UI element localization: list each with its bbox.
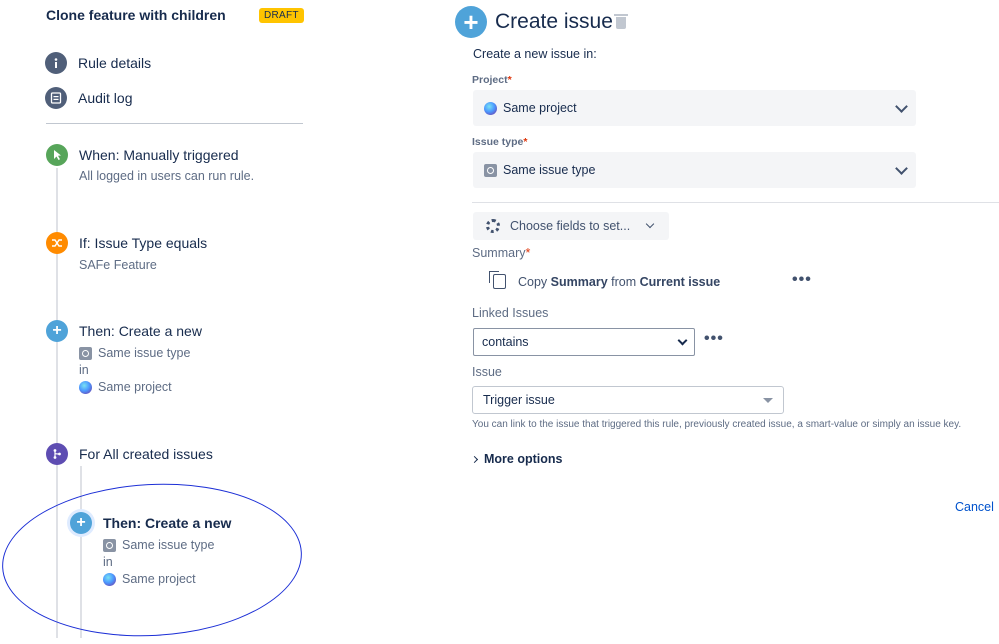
required-mark: * <box>523 136 528 148</box>
project-icon <box>79 380 92 394</box>
issue-select[interactable]: Trigger issue <box>472 386 784 414</box>
chevron-right-icon <box>470 455 479 463</box>
panel-title: Create issue <box>495 10 613 33</box>
branch-icon <box>46 443 68 465</box>
trigger-step[interactable]: When: Manually triggered All logged in u… <box>46 144 254 183</box>
step-title: Then: Create a new <box>79 323 202 339</box>
linked-issues-label: Linked Issues <box>472 306 549 320</box>
step-title: If: Issue Type equals <box>79 235 208 251</box>
info-icon <box>45 52 67 74</box>
issue-type-label: Same issue type <box>98 346 191 360</box>
chevron-down-icon <box>895 161 908 175</box>
status-badge: DRAFT <box>259 8 304 23</box>
caret-down-icon <box>763 397 773 403</box>
rule-title: Clone feature with children <box>46 7 226 23</box>
shuffle-icon <box>46 232 68 254</box>
nav-label: Rule details <box>78 55 152 71</box>
copy-text: Copy <box>518 274 548 289</box>
linked-issues-select[interactable]: contains <box>473 328 695 356</box>
pointer-icon <box>46 144 68 166</box>
choose-fields-label: Choose fields to set... <box>510 219 631 233</box>
plus-icon: + <box>46 320 68 342</box>
issue-type-icon <box>484 163 497 177</box>
intro-text: Create a new issue in: <box>473 47 597 61</box>
linked-issues-value: contains <box>482 335 529 349</box>
linked-issues-more-button[interactable]: ••• <box>704 330 724 348</box>
issue-type-select-value: Same issue type <box>503 163 596 177</box>
chevron-down-icon <box>677 335 688 345</box>
divider <box>46 123 303 124</box>
chevron-down-icon <box>895 99 908 113</box>
issue-type-icon <box>79 346 92 360</box>
issue-field-label: Issue <box>472 365 502 379</box>
project-field-label: Project* <box>472 74 512 86</box>
copy-field: Summary <box>550 274 608 289</box>
chevron-down-icon <box>645 219 655 229</box>
project-icon <box>484 101 497 115</box>
issue-type-select[interactable]: Same issue type <box>473 152 916 188</box>
annotation-circle <box>0 476 306 644</box>
divider <box>472 202 999 203</box>
project-select[interactable]: Same project <box>473 90 916 126</box>
from-text: from <box>611 274 637 289</box>
nav-audit-log[interactable]: Audit log <box>45 87 132 109</box>
in-label: in <box>79 363 89 377</box>
required-mark: * <box>507 74 512 86</box>
action-step-create[interactable]: + Then: Create a new Same issue type in … <box>46 320 202 394</box>
issue-type-field-label: Issue type* <box>472 136 527 148</box>
branch-step[interactable]: For All created issues <box>46 443 213 465</box>
project-select-value: Same project <box>503 101 577 115</box>
more-options-label: More options <box>484 452 563 466</box>
summary-field-label: Summary* <box>472 246 530 260</box>
step-title: When: Manually triggered <box>79 147 239 163</box>
trash-icon[interactable] <box>614 14 628 29</box>
step-subtitle: SAFe Feature <box>79 258 157 272</box>
issue-type-label-text: Issue type <box>472 136 524 148</box>
condition-step[interactable]: If: Issue Type equals SAFe Feature <box>46 232 207 272</box>
choose-fields-button[interactable]: Choose fields to set... <box>473 212 669 240</box>
gear-icon <box>486 219 500 233</box>
issue-select-value: Trigger issue <box>483 393 555 407</box>
create-issue-icon: + <box>455 6 487 38</box>
step-title: For All created issues <box>79 446 213 462</box>
summary-label-text: Summary <box>472 246 526 260</box>
step-subtitle: All logged in users can run rule. <box>79 169 255 183</box>
copy-source: Current issue <box>639 274 721 289</box>
project-label-text: Project <box>472 74 508 86</box>
project-label: Same project <box>98 380 172 394</box>
required-mark: * <box>525 246 531 260</box>
issue-help-text: You can link to the issue that triggered… <box>472 419 962 430</box>
nav-rule-details[interactable]: Rule details <box>45 52 151 74</box>
more-options-toggle[interactable]: More options <box>470 452 563 466</box>
copy-icon <box>489 271 506 289</box>
nav-label: Audit log <box>78 90 133 106</box>
cancel-button[interactable]: Cancel <box>955 500 994 514</box>
summary-copy-value[interactable]: Copy Summary from Current issue <box>489 271 721 289</box>
list-icon <box>45 87 67 109</box>
summary-more-button[interactable]: ••• <box>792 271 812 289</box>
